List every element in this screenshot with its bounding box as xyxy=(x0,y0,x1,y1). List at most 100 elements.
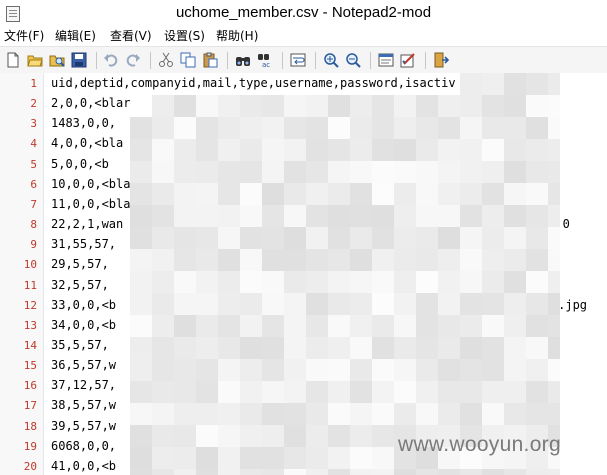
mosaic-tile xyxy=(174,315,196,337)
text-line[interactable]: 10,0,0,<blan xyxy=(51,177,138,191)
text-line[interactable]: 41,0,0,<b xyxy=(51,459,116,473)
undo-icon[interactable] xyxy=(103,52,119,68)
menu-help[interactable]: 帮助(H) xyxy=(216,28,258,44)
text-line[interactable]: 33,0,0,<b xyxy=(51,298,116,312)
mosaic-tile xyxy=(284,447,306,469)
mosaic-tile xyxy=(416,117,438,139)
text-line[interactable]: 5,0,0,<b xyxy=(51,157,109,171)
mosaic-tile xyxy=(218,205,240,227)
mosaic-tile xyxy=(460,249,482,271)
text-line[interactable]: 29,5,57, xyxy=(51,257,109,271)
mosaic-tile xyxy=(152,469,174,475)
mosaic-tile xyxy=(350,315,372,337)
mosaic-tile xyxy=(438,183,460,205)
mosaic-tile xyxy=(218,139,240,161)
title-bar[interactable]: uchome_member.csv - Notepad2-mod xyxy=(0,0,607,27)
mosaic-tile xyxy=(262,205,284,227)
mosaic-tile xyxy=(482,381,504,403)
mosaic-tile xyxy=(152,425,174,447)
mosaic-tile xyxy=(416,359,438,381)
mosaic-tile xyxy=(372,139,394,161)
mosaic-tile xyxy=(372,359,394,381)
menu-settings[interactable]: 设置(S) xyxy=(164,28,205,44)
mosaic-tile xyxy=(438,205,460,227)
line-number: 5 xyxy=(30,157,37,171)
text-line[interactable]: 37,12,57, xyxy=(51,378,116,392)
scheme-icon[interactable] xyxy=(378,52,394,68)
mosaic-tile xyxy=(372,95,394,117)
text-line[interactable]: 4,0,0,<bla xyxy=(51,136,123,150)
replace-icon[interactable]: ac xyxy=(257,52,273,68)
mosaic-tile xyxy=(174,117,196,139)
new-file-icon[interactable] xyxy=(5,52,21,68)
mosaic-tile xyxy=(350,447,372,469)
mosaic-tile xyxy=(262,403,284,425)
text-line[interactable]: 22,2,1,wan xyxy=(51,217,123,231)
word-wrap-icon[interactable] xyxy=(290,52,306,68)
zoom-out-icon[interactable] xyxy=(345,52,361,68)
text-line[interactable]: 31,55,57, xyxy=(51,237,116,251)
mosaic-tile xyxy=(460,469,482,475)
cut-icon[interactable] xyxy=(158,52,174,68)
mosaic-tile xyxy=(438,337,460,359)
text-line[interactable]: 6068,0,0, xyxy=(51,439,116,453)
mosaic-tile xyxy=(416,205,438,227)
redo-icon[interactable] xyxy=(125,52,141,68)
customize-icon[interactable] xyxy=(400,52,416,68)
text-line[interactable]: 1483,0,0, xyxy=(51,116,116,130)
text-line[interactable]: 34,0,0,<b xyxy=(51,318,116,332)
mosaic-tile xyxy=(460,205,482,227)
mosaic-tile xyxy=(372,425,394,447)
mosaic-tile xyxy=(416,139,438,161)
text-line[interactable]: 32,5,57, xyxy=(51,278,109,292)
mosaic-tile xyxy=(152,293,174,315)
text-line[interactable]: 38,5,57,w xyxy=(51,398,116,412)
menu-file[interactable]: 文件(F) xyxy=(4,28,44,44)
mosaic-tile xyxy=(306,293,328,315)
mosaic-tile xyxy=(460,381,482,403)
text-line[interactable]: 11,0,0,<bla xyxy=(51,197,130,211)
mosaic-tile xyxy=(240,293,262,315)
mosaic-tile xyxy=(526,73,548,95)
zoom-in-icon[interactable] xyxy=(323,52,339,68)
exit-icon[interactable] xyxy=(433,52,449,68)
find-icon[interactable] xyxy=(235,52,251,68)
mosaic-tile xyxy=(438,227,460,249)
mosaic-tile xyxy=(394,271,416,293)
open-folder-icon[interactable] xyxy=(27,52,43,68)
text-line[interactable]: 2,0,0,<blar xyxy=(51,96,130,110)
mosaic-tile xyxy=(350,469,372,475)
mosaic-tile xyxy=(394,205,416,227)
line-number: 14 xyxy=(23,338,37,352)
mosaic-tile xyxy=(482,183,504,205)
mosaic-tile xyxy=(328,249,350,271)
browse-icon[interactable] xyxy=(49,52,65,68)
mosaic-tile xyxy=(548,183,560,205)
copy-icon[interactable] xyxy=(180,52,196,68)
menu-view[interactable]: 查看(V) xyxy=(110,28,152,44)
paste-icon[interactable] xyxy=(202,52,218,68)
text-line[interactable]: 35,5,57, xyxy=(51,338,109,352)
mosaic-tile xyxy=(262,359,284,381)
mosaic-tile xyxy=(416,381,438,403)
save-icon[interactable] xyxy=(71,52,87,68)
mosaic-tile xyxy=(174,139,196,161)
mosaic-tile xyxy=(240,403,262,425)
mosaic-tile xyxy=(548,161,560,183)
mosaic-tile xyxy=(152,249,174,271)
mosaic-tile xyxy=(306,95,328,117)
mosaic-tile xyxy=(394,381,416,403)
mosaic-tile xyxy=(548,249,560,271)
mosaic-tile xyxy=(438,139,460,161)
text-line[interactable]: 39,5,57,w xyxy=(51,419,116,433)
mosaic-tile xyxy=(416,249,438,271)
text-line[interactable]: 36,5,57,w xyxy=(51,358,116,372)
mosaic-tile xyxy=(526,271,548,293)
menu-edit[interactable]: 编辑(E) xyxy=(55,28,96,44)
mosaic-tile xyxy=(306,359,328,381)
mosaic-tile xyxy=(306,227,328,249)
mosaic-tile xyxy=(130,139,152,161)
mosaic-tile xyxy=(240,227,262,249)
mosaic-tile xyxy=(240,249,262,271)
mosaic-tile xyxy=(504,271,526,293)
